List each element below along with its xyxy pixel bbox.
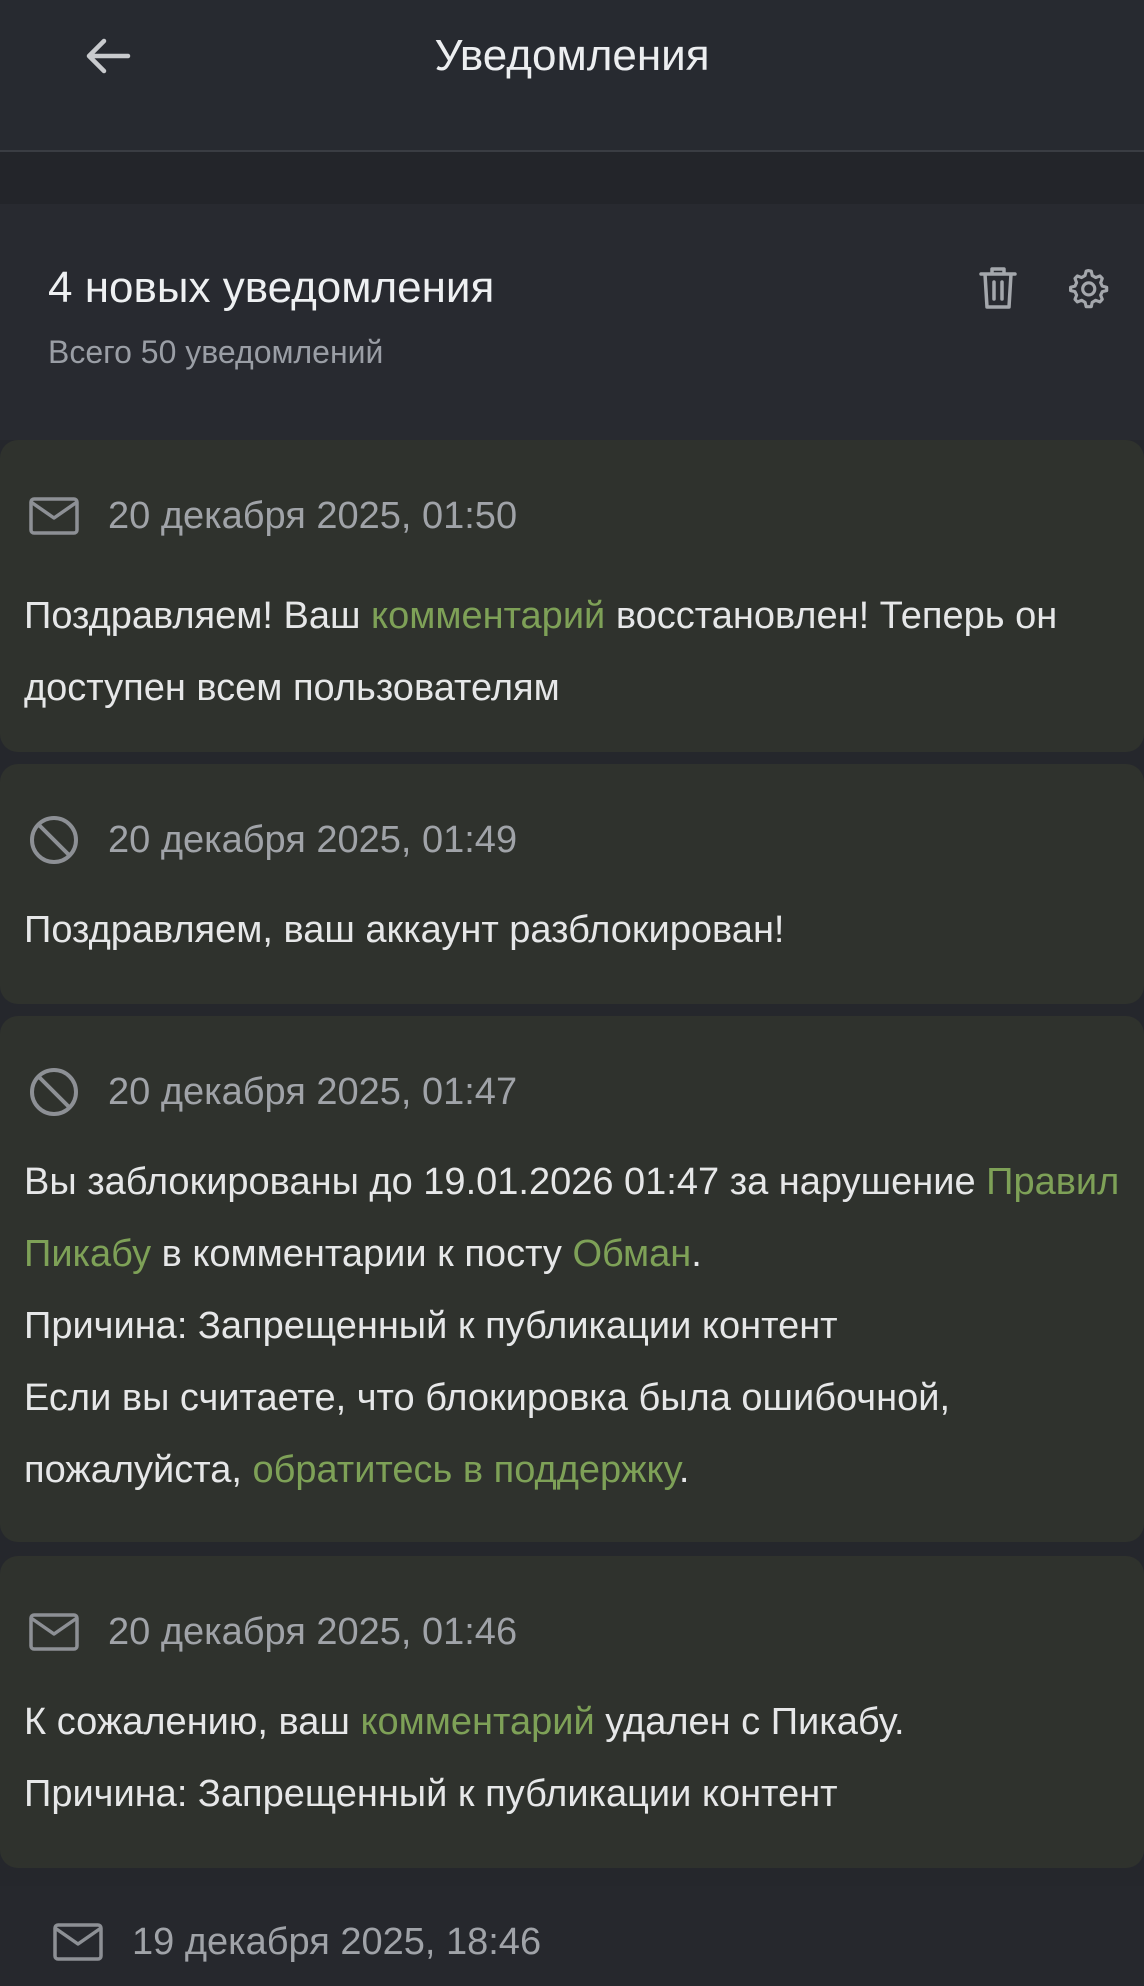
mail-icon bbox=[50, 1914, 106, 1970]
notification-date: 20 декабря 2025, 01:49 bbox=[108, 819, 518, 861]
post-link[interactable]: Обман bbox=[572, 1233, 691, 1275]
notification-item[interactable]: 20 декабря 2025, 01:49 Поздравляем, ваш … bbox=[0, 764, 1144, 1004]
text-segment: . bbox=[678, 1449, 690, 1491]
support-link[interactable]: обратитесь в поддержку bbox=[252, 1449, 678, 1491]
text-line: Если вы считаете, что блокировка была ош… bbox=[24, 1362, 1124, 1506]
notification-meta: 20 декабря 2025, 01:50 bbox=[26, 484, 517, 548]
delete-notifications-button[interactable] bbox=[966, 256, 1030, 320]
total-notifications-count: Всего 50 уведомлений bbox=[48, 334, 384, 370]
blocked-icon bbox=[26, 1064, 82, 1120]
notification-item[interactable]: 20 декабря 2025, 01:47 Вы заблокированы … bbox=[0, 1016, 1144, 1542]
text-segment: удален с Пикабу. bbox=[594, 1701, 905, 1743]
text-segment: К сожалению, ваш bbox=[24, 1701, 361, 1743]
text-segment: . bbox=[691, 1233, 702, 1275]
notifications-summary: 4 новых уведомления Всего 50 уведомлений bbox=[0, 204, 1144, 440]
divider-strip bbox=[0, 152, 1144, 204]
notification-meta: 20 декабря 2025, 01:46 bbox=[26, 1600, 517, 1664]
comment-link[interactable]: комментарий bbox=[360, 1701, 594, 1743]
text-line: К сожалению, ваш комментарий удален с Пи… bbox=[24, 1686, 1124, 1758]
top-bar: Уведомления bbox=[0, 0, 1144, 152]
delete-reason: Причина: Запрещенный к публикации контен… bbox=[24, 1773, 838, 1815]
notification-date: 20 декабря 2025, 01:47 bbox=[108, 1071, 518, 1113]
blocked-icon bbox=[26, 812, 82, 868]
gear-icon bbox=[1069, 269, 1109, 309]
trash-icon bbox=[979, 267, 1017, 309]
notification-meta: 20 декабря 2025, 01:49 bbox=[26, 808, 517, 872]
notification-settings-button[interactable] bbox=[1056, 256, 1120, 320]
mail-icon bbox=[26, 1604, 82, 1660]
notification-text: Поздравляем, ваш аккаунт разблокирован! bbox=[24, 894, 1124, 966]
text-segment: Поздравляем! Ваш bbox=[24, 595, 372, 637]
notification-item[interactable]: 20 декабря 2025, 01:50 Поздравляем! Ваш … bbox=[0, 440, 1144, 752]
notification-item[interactable]: 19 декабря 2025, 18:46 bbox=[0, 1886, 1144, 1986]
block-reason: Причина: Запрещенный к публикации контен… bbox=[24, 1305, 838, 1347]
notification-date: 20 декабря 2025, 01:50 bbox=[108, 495, 518, 537]
text-segment: в комментарии к посту bbox=[151, 1233, 573, 1275]
notification-text: К сожалению, ваш комментарий удален с Пи… bbox=[24, 1686, 1124, 1830]
notification-text: Поздравляем! Ваш комментарий восстановле… bbox=[24, 580, 1124, 724]
text-segment: Поздравляем, ваш аккаунт разблокирован! bbox=[24, 909, 785, 951]
text-segment: Вы заблокированы до 19.01.2026 01:47 за … bbox=[24, 1161, 987, 1203]
notification-text: Вы заблокированы до 19.01.2026 01:47 за … bbox=[24, 1146, 1124, 1506]
notification-meta: 20 декабря 2025, 01:47 bbox=[26, 1060, 517, 1124]
comment-link[interactable]: комментарий bbox=[371, 595, 605, 637]
mail-icon bbox=[26, 488, 82, 544]
notification-date: 19 декабря 2025, 18:46 bbox=[132, 1921, 542, 1963]
page-title: Уведомления bbox=[434, 31, 710, 80]
notification-date: 20 декабря 2025, 01:46 bbox=[108, 1611, 518, 1653]
text-line: Вы заблокированы до 19.01.2026 01:47 за … bbox=[24, 1146, 1124, 1290]
new-notifications-count: 4 новых уведомления bbox=[48, 263, 495, 312]
notification-meta: 19 декабря 2025, 18:46 bbox=[50, 1910, 541, 1974]
notification-item[interactable]: 20 декабря 2025, 01:46 К сожалению, ваш … bbox=[0, 1556, 1144, 1868]
